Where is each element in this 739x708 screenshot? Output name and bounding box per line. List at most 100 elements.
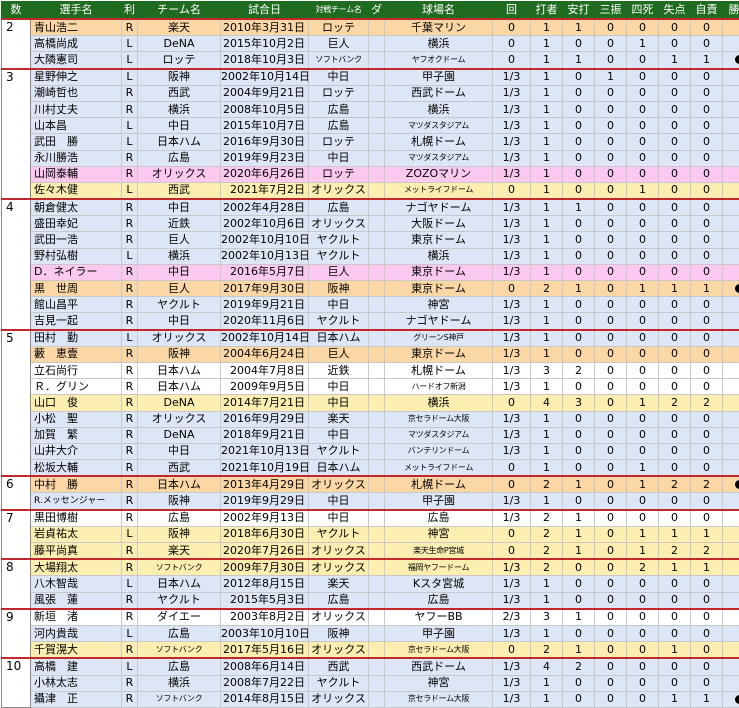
cell-h: 1: [563, 199, 595, 216]
cell-wl: [723, 609, 739, 626]
cell-venue: ZOZOマリン: [385, 166, 493, 182]
cell-inn: 1/3: [493, 199, 531, 216]
empty-cell: [369, 150, 385, 166]
empty-cell: [369, 346, 385, 362]
cell-h: 0: [563, 85, 595, 101]
cell-name: 川村丈夫: [31, 101, 122, 117]
cell-opp: 広島: [309, 592, 369, 609]
cell-venue: 西武ドーム: [385, 85, 493, 101]
cell-er: 0: [691, 411, 723, 427]
cell-so: 0: [595, 493, 627, 510]
cell-bb: 0: [627, 609, 659, 626]
cell-h: 0: [563, 101, 595, 117]
cell-r: 2: [659, 543, 691, 560]
column-header: 対戦チーム名: [309, 2, 369, 20]
cell-r: 0: [659, 166, 691, 182]
cell-venue: 京セラドーム大阪: [385, 642, 493, 659]
cell-venue: 横浜: [385, 395, 493, 411]
cell-date: 2015年10月2日: [221, 36, 309, 52]
cell-name: 立石尚行: [31, 362, 122, 378]
empty-cell: [369, 118, 385, 134]
cell-bb: 0: [627, 346, 659, 362]
cell-bf: 4: [531, 658, 563, 675]
cell-wl: [723, 395, 739, 411]
cell-er: 0: [691, 150, 723, 166]
cell-h: 0: [563, 134, 595, 150]
cell-team: 中日: [138, 264, 221, 280]
cell-inn: 0: [493, 36, 531, 52]
cell-team: 西武: [138, 85, 221, 101]
cell-bb: 0: [627, 427, 659, 443]
cell-team: 阪神: [138, 493, 221, 510]
column-header: 試合日: [221, 2, 309, 20]
table-body: 2青山浩二R楽天2010年3月31日ロッテ千葉マリン0110000高橋尚成LDe…: [2, 19, 739, 707]
cell-inn: 1/3: [493, 362, 531, 378]
cell-name: 加賀 繁: [31, 427, 122, 443]
cell-venue: 神宮: [385, 526, 493, 542]
cell-so: 0: [595, 182, 627, 199]
cell-venue: メットライフドーム: [385, 460, 493, 477]
cell-so: 0: [595, 330, 627, 347]
cell-bb: 0: [627, 625, 659, 641]
cell-er: 0: [691, 36, 723, 52]
table-row: 7黒田博樹R広島2002年9月13日中日広島1/3210000: [2, 510, 739, 527]
cell-r: 1: [659, 281, 691, 297]
empty-cell: [369, 36, 385, 52]
cell-hand: L: [122, 118, 138, 134]
table-row: 大隣憲司Lロッテ2018年10月3日ソフトバンクヤフオクドーム0110011: [2, 52, 739, 69]
cell-inn: 1/3: [493, 443, 531, 459]
cell-date: 2003年8月2日: [221, 609, 309, 626]
table-row: 岩貞祐太L阪神2018年6月30日ヤクルト神宮0210111: [2, 526, 739, 542]
cell-team: 中日: [138, 313, 221, 330]
cell-venue: メットライフドーム: [385, 182, 493, 199]
cell-wl: [723, 19, 739, 36]
cell-venue: マツダスタジアム: [385, 118, 493, 134]
cell-h: 0: [563, 559, 595, 576]
cell-opp: 中日: [309, 493, 369, 510]
cell-team: ソフトバンク: [138, 691, 221, 707]
cell-date: 2004年9月21日: [221, 85, 309, 101]
cell-inn: 0: [493, 543, 531, 560]
cell-wl: [723, 460, 739, 477]
cell-wl: [723, 297, 739, 313]
cell-bf: 2: [531, 476, 563, 493]
cell-h: 0: [563, 118, 595, 134]
cell-so: 0: [595, 395, 627, 411]
cell-so: 0: [595, 52, 627, 69]
cell-name: 藪 恵壹: [31, 346, 122, 362]
cell-bf: 2: [531, 510, 563, 527]
group-count-cell: 9: [2, 609, 31, 659]
cell-bb: 1: [627, 281, 659, 297]
pitching-record-table: 数選手名利チーム名試合日対戦チーム名ダ球場名回打者安打三振四死失点自責勝敗 2青…: [1, 1, 739, 708]
cell-r: 0: [659, 493, 691, 510]
cell-name: 青山浩二: [31, 19, 122, 36]
cell-date: 2009年9月5日: [221, 379, 309, 395]
cell-so: 0: [595, 642, 627, 659]
cell-h: 0: [563, 36, 595, 52]
cell-bb: 0: [627, 232, 659, 248]
cell-bb: 0: [627, 19, 659, 36]
cell-team: DeNA: [138, 36, 221, 52]
cell-bf: 1: [531, 52, 563, 69]
cell-date: 2002年10月6日: [221, 216, 309, 232]
cell-team: 広島: [138, 150, 221, 166]
table-row: 高橋尚成LDeNA2015年10月2日巨人横浜0100100: [2, 36, 739, 52]
cell-wl: [723, 85, 739, 101]
cell-wl: [723, 36, 739, 52]
cell-r: 0: [659, 69, 691, 86]
cell-name: 朝倉健太: [31, 199, 122, 216]
cell-opp: ソフトバンク: [309, 52, 369, 69]
empty-cell: [369, 576, 385, 592]
column-header: 勝敗: [723, 2, 739, 20]
cell-r: 0: [659, 36, 691, 52]
cell-name: 館山昌平: [31, 297, 122, 313]
cell-r: 0: [659, 134, 691, 150]
cell-hand: L: [122, 526, 138, 542]
cell-r: 0: [659, 118, 691, 134]
cell-r: 0: [659, 264, 691, 280]
cell-er: 0: [691, 69, 723, 86]
table-row: 山岡泰輔Rオリックス2020年6月26日ロッテZOZOマリン1/3100000: [2, 166, 739, 182]
table-row: 黒 世周R巨人2017年9月30日阪神東京ドーム0210111: [2, 281, 739, 297]
empty-cell: [369, 411, 385, 427]
cell-wl: [723, 101, 739, 117]
